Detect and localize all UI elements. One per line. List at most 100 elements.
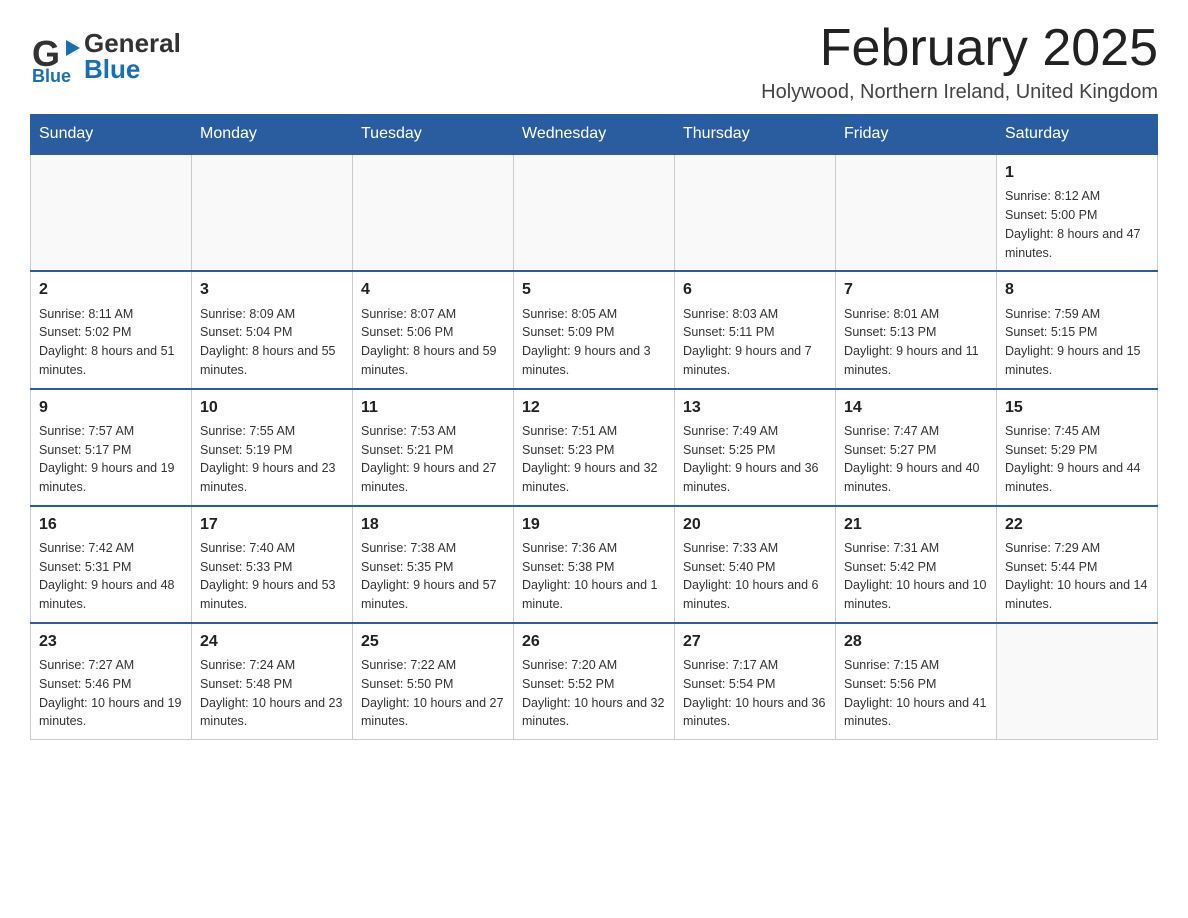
calendar-cell: 11 Sunrise: 7:53 AM Sunset: 5:21 PM Dayli… — [353, 389, 514, 506]
day-info: Sunrise: 8:09 AM Sunset: 5:04 PM Dayligh… — [200, 305, 344, 380]
title-section: February 2025 Holywood, Northern Ireland… — [761, 20, 1158, 104]
day-number: 14 — [844, 396, 988, 419]
calendar-cell: 17 Sunrise: 7:40 AM Sunset: 5:33 PM Dayli… — [192, 506, 353, 623]
day-info: Sunrise: 7:36 AM Sunset: 5:38 PM Dayligh… — [522, 539, 666, 614]
calendar-cell: 28 Sunrise: 7:15 AM Sunset: 5:56 PM Dayli… — [836, 623, 997, 740]
calendar-cell: 20 Sunrise: 7:33 AM Sunset: 5:40 PM Dayli… — [675, 506, 836, 623]
calendar-cell: 21 Sunrise: 7:31 AM Sunset: 5:42 PM Dayli… — [836, 506, 997, 623]
page-header: G Blue General Blue February 2025 Holywo… — [30, 20, 1158, 104]
calendar-cell — [997, 623, 1158, 740]
header-sunday: Sunday — [31, 115, 192, 155]
calendar-cell: 15 Sunrise: 7:45 AM Sunset: 5:29 PM Dayli… — [997, 389, 1158, 506]
calendar-cell: 5 Sunrise: 8:05 AM Sunset: 5:09 PM Daylig… — [514, 271, 675, 388]
calendar-week-row: 16 Sunrise: 7:42 AM Sunset: 5:31 PM Dayli… — [31, 506, 1158, 623]
day-number: 20 — [683, 513, 827, 536]
day-number: 9 — [39, 396, 183, 419]
calendar-cell: 24Sunrise: 7:24 AM Sunset: 5:48 PM Dayli… — [192, 623, 353, 740]
day-info: Sunrise: 7:22 AM Sunset: 5:50 PM Dayligh… — [361, 656, 505, 731]
calendar-cell: 27 Sunrise: 7:17 AM Sunset: 5:54 PM Dayli… — [675, 623, 836, 740]
day-number: 6 — [683, 278, 827, 301]
calendar-cell — [192, 154, 353, 271]
header-friday: Friday — [836, 115, 997, 155]
header-wednesday: Wednesday — [514, 115, 675, 155]
calendar-table: Sunday Monday Tuesday Wednesday Thursday… — [30, 114, 1158, 740]
day-number: 10 — [200, 396, 344, 419]
calendar-cell: 25 Sunrise: 7:22 AM Sunset: 5:50 PM Dayli… — [353, 623, 514, 740]
day-number: 5 — [522, 278, 666, 301]
svg-text:Blue: Blue — [32, 66, 71, 82]
day-info: Sunrise: 7:31 AM Sunset: 5:42 PM Dayligh… — [844, 539, 988, 614]
day-info: Sunrise: 8:11 AM Sunset: 5:02 PM Dayligh… — [39, 305, 183, 380]
calendar-cell: 13Sunrise: 7:49 AM Sunset: 5:25 PM Dayli… — [675, 389, 836, 506]
calendar-week-row: 23Sunrise: 7:27 AM Sunset: 5:46 PM Dayli… — [31, 623, 1158, 740]
logo-blue-text: Blue — [84, 56, 181, 82]
day-number: 25 — [361, 630, 505, 653]
logo: G Blue General Blue — [30, 30, 181, 82]
weekday-header-row: Sunday Monday Tuesday Wednesday Thursday… — [31, 115, 1158, 155]
calendar-cell: 2Sunrise: 8:11 AM Sunset: 5:02 PM Daylig… — [31, 271, 192, 388]
calendar-cell — [675, 154, 836, 271]
location-text: Holywood, Northern Ireland, United Kingd… — [761, 81, 1158, 104]
calendar-cell: 16 Sunrise: 7:42 AM Sunset: 5:31 PM Dayli… — [31, 506, 192, 623]
day-info: Sunrise: 7:53 AM Sunset: 5:21 PM Dayligh… — [361, 422, 505, 497]
day-info: Sunrise: 7:42 AM Sunset: 5:31 PM Dayligh… — [39, 539, 183, 614]
day-info: Sunrise: 7:15 AM Sunset: 5:56 PM Dayligh… — [844, 656, 988, 731]
calendar-week-row: 2Sunrise: 8:11 AM Sunset: 5:02 PM Daylig… — [31, 271, 1158, 388]
day-info: Sunrise: 8:12 AM Sunset: 5:00 PM Dayligh… — [1005, 187, 1149, 262]
calendar-cell: 23Sunrise: 7:27 AM Sunset: 5:46 PM Dayli… — [31, 623, 192, 740]
day-info: Sunrise: 7:27 AM Sunset: 5:46 PM Dayligh… — [39, 656, 183, 731]
day-info: Sunrise: 7:47 AM Sunset: 5:27 PM Dayligh… — [844, 422, 988, 497]
day-number: 16 — [39, 513, 183, 536]
calendar-cell: 8 Sunrise: 7:59 AM Sunset: 5:15 PM Daylig… — [997, 271, 1158, 388]
calendar-cell — [836, 154, 997, 271]
calendar-cell: 14 Sunrise: 7:47 AM Sunset: 5:27 PM Dayli… — [836, 389, 997, 506]
day-info: Sunrise: 7:38 AM Sunset: 5:35 PM Dayligh… — [361, 539, 505, 614]
header-monday: Monday — [192, 115, 353, 155]
day-info: Sunrise: 7:40 AM Sunset: 5:33 PM Dayligh… — [200, 539, 344, 614]
day-number: 28 — [844, 630, 988, 653]
day-info: Sunrise: 7:51 AM Sunset: 5:23 PM Dayligh… — [522, 422, 666, 497]
calendar-cell: 9Sunrise: 7:57 AM Sunset: 5:17 PM Daylig… — [31, 389, 192, 506]
day-number: 15 — [1005, 396, 1149, 419]
day-number: 11 — [361, 396, 505, 419]
day-number: 21 — [844, 513, 988, 536]
calendar-cell: 1 Sunrise: 8:12 AM Sunset: 5:00 PM Daylig… — [997, 154, 1158, 271]
day-number: 18 — [361, 513, 505, 536]
calendar-cell: 26Sunrise: 7:20 AM Sunset: 5:52 PM Dayli… — [514, 623, 675, 740]
day-number: 17 — [200, 513, 344, 536]
calendar-week-row: 1 Sunrise: 8:12 AM Sunset: 5:00 PM Daylig… — [31, 154, 1158, 271]
day-number: 27 — [683, 630, 827, 653]
day-info: Sunrise: 7:17 AM Sunset: 5:54 PM Dayligh… — [683, 656, 827, 731]
calendar-cell: 19 Sunrise: 7:36 AM Sunset: 5:38 PM Dayli… — [514, 506, 675, 623]
calendar-cell: 7 Sunrise: 8:01 AM Sunset: 5:13 PM Daylig… — [836, 271, 997, 388]
day-info: Sunrise: 8:01 AM Sunset: 5:13 PM Dayligh… — [844, 305, 988, 380]
day-number: 7 — [844, 278, 988, 301]
header-tuesday: Tuesday — [353, 115, 514, 155]
calendar-cell — [514, 154, 675, 271]
day-info: Sunrise: 8:07 AM Sunset: 5:06 PM Dayligh… — [361, 305, 505, 380]
day-info: Sunrise: 7:24 AM Sunset: 5:48 PM Dayligh… — [200, 656, 344, 731]
day-number: 19 — [522, 513, 666, 536]
day-info: Sunrise: 7:45 AM Sunset: 5:29 PM Dayligh… — [1005, 422, 1149, 497]
calendar-cell: 12Sunrise: 7:51 AM Sunset: 5:23 PM Dayli… — [514, 389, 675, 506]
day-info: Sunrise: 8:05 AM Sunset: 5:09 PM Dayligh… — [522, 305, 666, 380]
calendar-cell: 22Sunrise: 7:29 AM Sunset: 5:44 PM Dayli… — [997, 506, 1158, 623]
calendar-cell: 18 Sunrise: 7:38 AM Sunset: 5:35 PM Dayli… — [353, 506, 514, 623]
logo-general-text: General — [84, 30, 181, 56]
day-info: Sunrise: 7:20 AM Sunset: 5:52 PM Dayligh… — [522, 656, 666, 731]
day-number: 8 — [1005, 278, 1149, 301]
calendar-cell — [353, 154, 514, 271]
day-number: 13 — [683, 396, 827, 419]
day-number: 3 — [200, 278, 344, 301]
calendar-cell: 4Sunrise: 8:07 AM Sunset: 5:06 PM Daylig… — [353, 271, 514, 388]
header-saturday: Saturday — [997, 115, 1158, 155]
month-title: February 2025 — [761, 20, 1158, 77]
day-number: 1 — [1005, 161, 1149, 184]
calendar-cell: 6 Sunrise: 8:03 AM Sunset: 5:11 PM Daylig… — [675, 271, 836, 388]
calendar-cell: 3 Sunrise: 8:09 AM Sunset: 5:04 PM Daylig… — [192, 271, 353, 388]
calendar-cell — [31, 154, 192, 271]
day-info: Sunrise: 8:03 AM Sunset: 5:11 PM Dayligh… — [683, 305, 827, 380]
calendar-week-row: 9Sunrise: 7:57 AM Sunset: 5:17 PM Daylig… — [31, 389, 1158, 506]
day-info: Sunrise: 7:59 AM Sunset: 5:15 PM Dayligh… — [1005, 305, 1149, 380]
day-info: Sunrise: 7:33 AM Sunset: 5:40 PM Dayligh… — [683, 539, 827, 614]
